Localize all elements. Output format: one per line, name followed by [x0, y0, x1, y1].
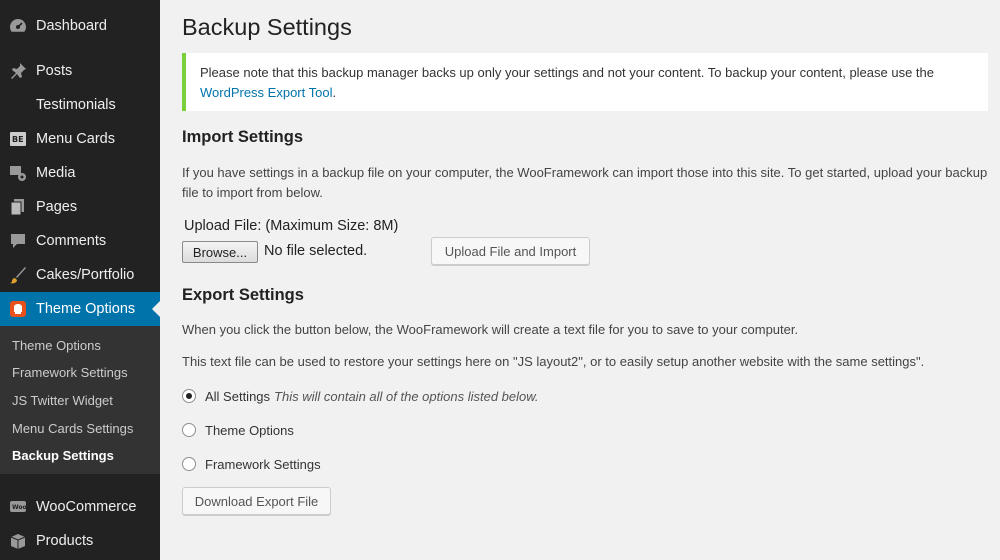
option-label: Framework Settings [205, 456, 321, 472]
sidebar-item-products[interactable]: Products [0, 524, 160, 558]
browse-button[interactable]: Browse... [182, 241, 258, 263]
sidebar-item-label: Comments [36, 233, 107, 249]
notice-suffix: . [332, 85, 337, 100]
download-export-file-button[interactable]: Download Export File [182, 487, 331, 515]
comment-icon [8, 231, 28, 251]
sidebar-item-media[interactable]: Media [0, 156, 160, 190]
export-settings-heading: Export Settings [182, 286, 304, 304]
pages-icon [8, 197, 28, 217]
sidebar-item-comments[interactable]: Comments [0, 224, 160, 258]
sidebar-item-dashboard[interactable]: Dashboard [0, 9, 160, 43]
submenu-item-backup-settings[interactable]: Backup Settings [12, 448, 114, 463]
wordpress-export-tool-link[interactable]: WordPress Export Tool [200, 85, 332, 100]
sidebar-item-label: Dashboard [36, 18, 107, 34]
sidebar-item-label: Cakes/Portfolio [36, 267, 135, 283]
sidebar-item-woocommerce[interactable]: Woo WooCommerce [0, 490, 160, 524]
upload-file-label: Upload File: (Maximum Size: 8M) [184, 218, 399, 234]
page-title: Backup Settings [182, 14, 352, 40]
sidebar-item-cakes-portfolio[interactable]: Cakes/Portfolio [0, 258, 160, 292]
framework-settings-radio[interactable] [182, 457, 196, 471]
sidebar-item-theme-options[interactable]: Theme Options [0, 292, 160, 326]
sidebar-item-label: Menu Cards [36, 131, 115, 147]
media-icon [8, 163, 28, 183]
sidebar-item-label: WooCommerce [36, 499, 137, 515]
sidebar-item-pages[interactable]: Pages [0, 190, 160, 224]
admin-sidebar: Dashboard Posts Testimonials BE Menu Car… [0, 0, 160, 560]
sidebar-item-label: Testimonials [36, 97, 116, 113]
upload-file-and-import-button[interactable]: Upload File and Import [431, 237, 590, 265]
sidebar-item-label: Posts [36, 63, 73, 79]
export-option-theme-options: Theme Options [182, 420, 294, 440]
sidebar-item-menu-cards[interactable]: BE Menu Cards [0, 122, 160, 156]
export-description-1: When you click the button below, the Woo… [182, 322, 799, 337]
submenu-item-menu-cards-settings[interactable]: Menu Cards Settings [12, 421, 133, 436]
option-label: All Settings [205, 388, 271, 404]
no-file-selected-text: No file selected. [264, 243, 368, 259]
theme-options-submenu: Theme Options Framework Settings JS Twit… [0, 326, 160, 474]
sidebar-item-posts[interactable]: Posts [0, 54, 160, 88]
theme-options-icon [8, 299, 28, 319]
svg-text:Woo: Woo [12, 504, 27, 511]
sidebar-item-label: Media [36, 165, 76, 181]
option-label: Theme Options [205, 422, 294, 438]
brush-icon [8, 265, 28, 285]
theme-options-radio[interactable] [182, 423, 196, 437]
sidebar-item-label: Products [36, 533, 94, 549]
woocommerce-icon: Woo [8, 497, 28, 517]
import-description: If you have settings in a backup file on… [182, 165, 988, 200]
submenu-item-js-twitter-widget[interactable]: JS Twitter Widget [12, 393, 113, 408]
notice-text: Please note that this backup manager bac… [200, 65, 935, 80]
menu-card-icon: BE [8, 129, 28, 149]
sidebar-item-label: Theme Options [36, 301, 136, 317]
svg-text:BE: BE [12, 135, 24, 144]
export-description-2: This text file can be used to restore yo… [182, 354, 925, 369]
sidebar-item-label: Pages [36, 199, 78, 215]
pin-icon [8, 61, 28, 81]
option-description: This will contain all of the options lis… [274, 388, 539, 404]
all-settings-radio[interactable] [182, 389, 196, 403]
sidebar-item-testimonials[interactable]: Testimonials [0, 88, 160, 122]
export-option-framework-settings: Framework Settings [182, 454, 321, 474]
submenu-item-theme-options[interactable]: Theme Options [12, 338, 101, 353]
products-icon [8, 531, 28, 551]
export-option-all-settings: All Settings This will contain all of th… [182, 386, 539, 406]
dashboard-icon [8, 16, 28, 36]
import-settings-heading: Import Settings [182, 128, 304, 146]
submenu-item-framework-settings[interactable]: Framework Settings [12, 365, 128, 380]
backup-notice: Please note that this backup manager bac… [182, 53, 988, 111]
